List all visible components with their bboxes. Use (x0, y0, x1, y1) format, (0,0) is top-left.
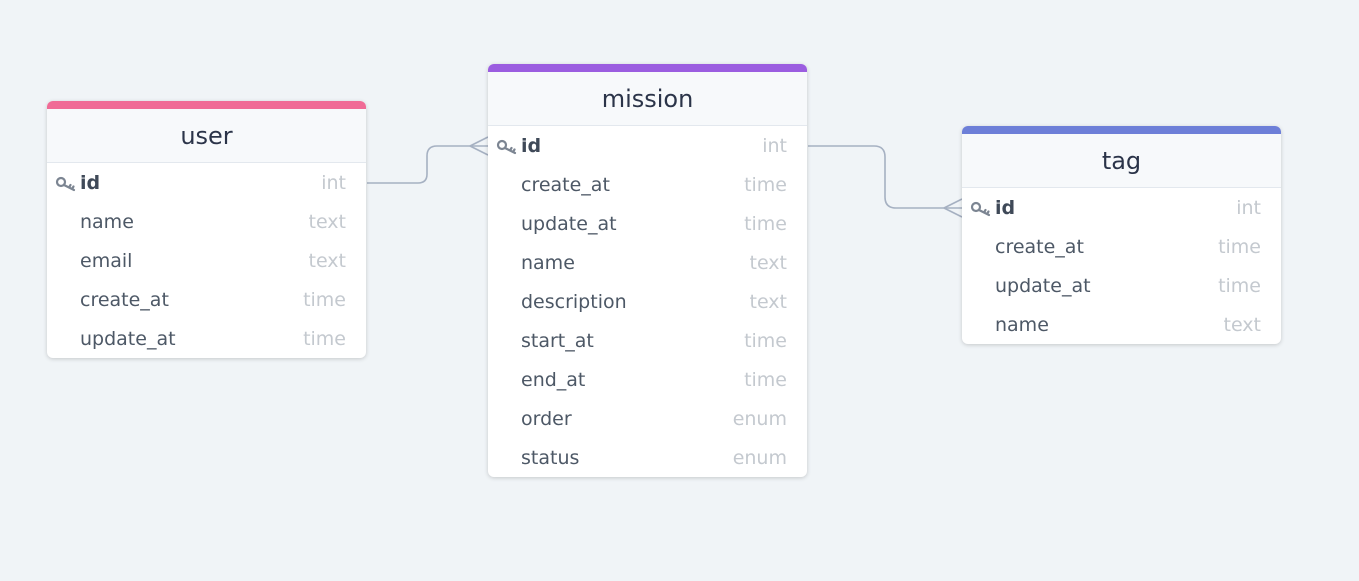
column-row-end_at[interactable]: end_at time (488, 360, 807, 399)
column-name: create_at (995, 235, 1084, 258)
column-name: status (521, 446, 580, 469)
column-row-create_at[interactable]: create_at time (47, 280, 366, 319)
column-row-email[interactable]: email text (47, 241, 366, 280)
crowfoot-tag-icon (943, 198, 963, 218)
column-row-start_at[interactable]: start_at time (488, 321, 807, 360)
column-name: update_at (995, 274, 1091, 297)
column-row-status[interactable]: status enum (488, 438, 807, 477)
table-title[interactable]: tag (962, 134, 1281, 188)
column-type: time (303, 327, 346, 350)
table-mission[interactable]: mission id int create_at time update_at time n… (488, 64, 807, 477)
relationship-user-mission[interactable] (367, 145, 488, 184)
column-row-name[interactable]: name text (47, 202, 366, 241)
column-name: id (80, 171, 101, 194)
column-type: time (303, 288, 346, 311)
column-type: time (744, 329, 787, 352)
column-type: int (1236, 196, 1261, 219)
column-row-id[interactable]: id int (47, 163, 366, 202)
table-tag[interactable]: tag id int create_at time update_at time name t… (962, 126, 1281, 344)
column-name: end_at (521, 368, 586, 391)
column-row-update_at[interactable]: update_at time (488, 204, 807, 243)
table-accent-bar (488, 64, 807, 72)
column-name: create_at (521, 173, 610, 196)
column-row-order[interactable]: order enum (488, 399, 807, 438)
column-type: text (308, 249, 347, 272)
column-name: id (995, 196, 1016, 219)
column-name: email (80, 249, 133, 272)
column-type: text (749, 290, 788, 313)
column-type: time (744, 173, 787, 196)
column-row-name[interactable]: name text (488, 243, 807, 282)
table-rows: id int create_at time update_at time name text (962, 188, 1281, 344)
column-row-id[interactable]: id int (962, 188, 1281, 227)
column-row-description[interactable]: description text (488, 282, 807, 321)
column-row-update_at[interactable]: update_at time (47, 319, 366, 358)
column-name: id (521, 134, 542, 157)
column-type: time (1218, 274, 1261, 297)
column-name: start_at (521, 329, 594, 352)
table-rows: id int name text email text create_at time updat… (47, 163, 366, 358)
column-name: order (521, 407, 572, 430)
column-type: enum (732, 407, 787, 430)
column-type: time (744, 368, 787, 391)
column-type: time (1218, 235, 1261, 258)
table-title[interactable]: mission (488, 72, 807, 126)
column-type: time (744, 212, 787, 235)
table-accent-bar (47, 101, 366, 109)
column-name: create_at (80, 288, 169, 311)
column-type: int (321, 171, 346, 194)
column-row-create_at[interactable]: create_at time (488, 165, 807, 204)
column-type: text (1223, 313, 1262, 336)
column-row-create_at[interactable]: create_at time (962, 227, 1281, 266)
primary-key-icon (55, 175, 77, 191)
primary-key-icon (970, 200, 992, 216)
table-title[interactable]: user (47, 109, 366, 163)
column-row-update_at[interactable]: update_at time (962, 266, 1281, 305)
relationship-mission-tag[interactable] (808, 145, 962, 209)
column-type: text (308, 210, 347, 233)
column-name: name (80, 210, 134, 233)
column-name: name (521, 251, 575, 274)
diagram-canvas: user id int name text email text create_at time… (0, 0, 1359, 581)
table-user[interactable]: user id int name text email text create_at time… (47, 101, 366, 358)
column-name: update_at (521, 212, 617, 235)
column-row-id[interactable]: id int (488, 126, 807, 165)
column-type: text (749, 251, 788, 274)
column-type: int (762, 134, 787, 157)
column-name: name (995, 313, 1049, 336)
column-row-name[interactable]: name text (962, 305, 1281, 344)
primary-key-icon (496, 138, 518, 154)
table-rows: id int create_at time update_at time name text d… (488, 126, 807, 477)
column-name: description (521, 290, 627, 313)
table-accent-bar (962, 126, 1281, 134)
column-type: enum (732, 446, 787, 469)
column-name: update_at (80, 327, 176, 350)
crowfoot-mission-icon (469, 136, 489, 156)
